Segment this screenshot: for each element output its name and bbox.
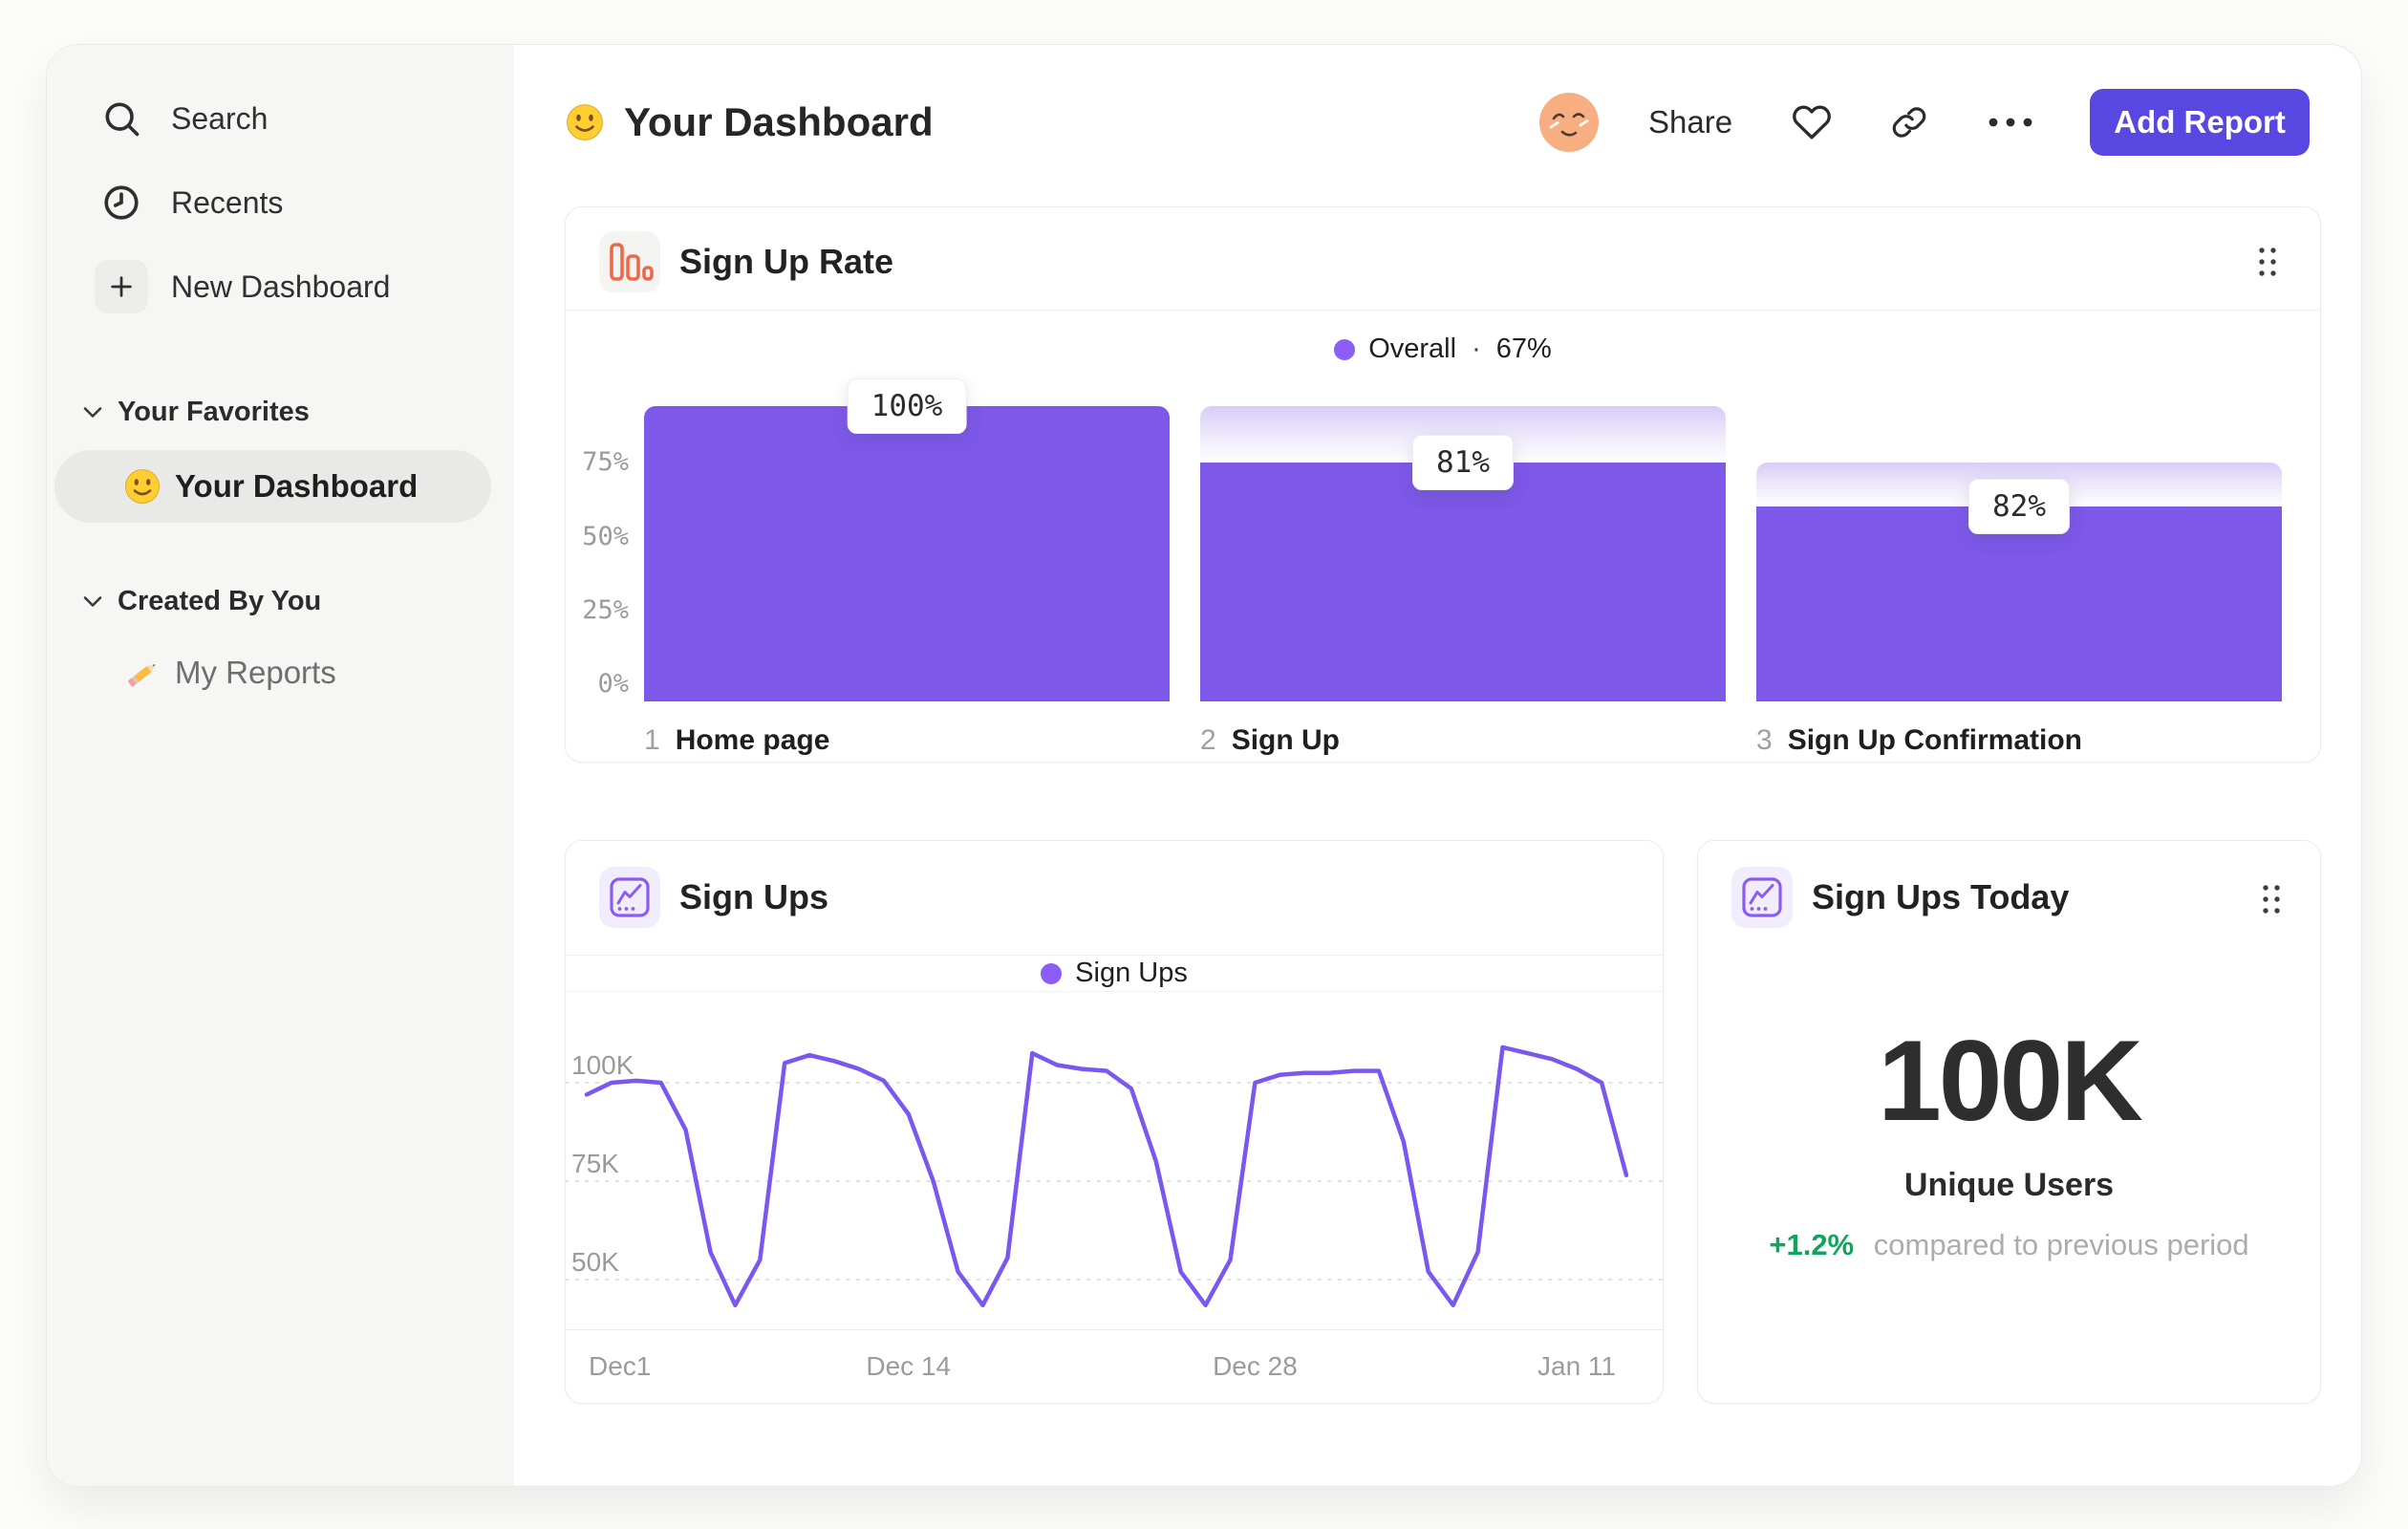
- funnel-step-label: 3 Sign Up Confirmation: [1756, 724, 2082, 757]
- funnel-y-tick: 25%: [582, 594, 629, 625]
- step-name: Home page: [675, 724, 830, 756]
- section-created-by-you[interactable]: Created By You: [47, 580, 514, 622]
- smiley-emoji-icon: [123, 467, 161, 506]
- sidebar-item-label: My Reports: [175, 655, 336, 690]
- card-title: Sign Ups Today: [1812, 877, 2070, 916]
- line-chart-icon: [1731, 867, 1793, 928]
- clock-icon: [100, 182, 142, 224]
- drag-handle-icon[interactable]: [2261, 883, 2282, 920]
- sidebar-item-label: Your Dashboard: [175, 468, 419, 504]
- funnel-y-tick: 50%: [582, 521, 629, 551]
- legend-dot: [1041, 962, 1063, 984]
- sidebar-item-new-dashboard[interactable]: New Dashboard: [47, 257, 514, 316]
- desktop: Search Recents New Dashboard Your Favori…: [0, 0, 2408, 1529]
- funnel-bar-converted: [644, 406, 1170, 701]
- funnel-plot: 75% 50% 25% 0% 100% 1 Home page 81% 2 Sign Up 82% 3…: [566, 207, 2320, 762]
- card-header: Sign Ups Today: [1731, 867, 2069, 928]
- share-button[interactable]: Share: [1648, 104, 1732, 140]
- conversion-rate-tooltip: 100%: [847, 378, 967, 434]
- sign-ups-series-line: [584, 1044, 1629, 1308]
- conversion-rate-tooltip: 81%: [1412, 434, 1514, 490]
- line-chart-icon: [599, 867, 660, 928]
- funnel-bar-converted: [1756, 506, 2282, 701]
- page-header: Your Dashboard: [565, 89, 934, 156]
- divider: [566, 991, 1663, 992]
- page-title: Your Dashboard: [624, 99, 934, 144]
- funnel-y-tick: 0%: [597, 669, 629, 699]
- sidebar-item-search[interactable]: Search: [47, 89, 514, 148]
- avatar[interactable]: [1539, 93, 1599, 152]
- step-name: Sign Up: [1231, 724, 1341, 756]
- funnel-y-tick: 75%: [582, 447, 629, 478]
- step-index: 3: [1756, 724, 1773, 756]
- sidebar-item-label: Search: [171, 100, 269, 136]
- stat-subtitle: Unique Users: [1903, 1167, 2115, 1203]
- step-index: 1: [644, 724, 660, 756]
- section-title: Your Favorites: [118, 396, 310, 427]
- delta-percentage: +1.2%: [1769, 1228, 1855, 1261]
- more-icon[interactable]: [1987, 117, 2034, 128]
- stat-value: 100K: [1878, 1017, 2143, 1145]
- chevron-down-icon: [83, 406, 104, 419]
- sign-ups-card: Sign Ups Sign Ups 100K 75K 50K Dec1 Dec 14 D…: [565, 840, 1666, 1404]
- sidebar-item-label: Recents: [171, 184, 284, 220]
- section-your-favorites[interactable]: Your Favorites: [47, 391, 514, 433]
- x-axis-line: [566, 1329, 1663, 1330]
- section-title: Created By You: [118, 585, 322, 616]
- chevron-down-icon: [83, 595, 104, 608]
- sign-ups-line-chart: [565, 1044, 1666, 1308]
- stat-delta-row: +1.2% compared to previous period: [1698, 1228, 2320, 1262]
- link-icon[interactable]: [1891, 104, 1927, 140]
- plus-icon: [95, 260, 148, 313]
- divider: [566, 955, 1663, 956]
- line-x-tick: Dec 28: [1213, 1351, 1298, 1381]
- app-window: Search Recents New Dashboard Your Favori…: [46, 44, 2362, 1487]
- sidebar-item-your-dashboard[interactable]: Your Dashboard: [54, 450, 491, 523]
- sign-ups-today-card: Sign Ups Today 100K Unique Users +1.2% c…: [1697, 840, 2321, 1404]
- line-x-tick: Dec1: [589, 1351, 652, 1381]
- sidebar: Search Recents New Dashboard Your Favori…: [47, 45, 514, 1486]
- smiley-emoji-icon: [565, 102, 605, 142]
- funnel-step-label: 2 Sign Up: [1200, 724, 1340, 757]
- sidebar-item-label: New Dashboard: [171, 269, 391, 304]
- delta-note: compared to previous period: [1873, 1228, 2249, 1261]
- line-legend[interactable]: Sign Ups: [566, 958, 1663, 989]
- line-y-tick: 100K: [571, 1050, 634, 1080]
- header-controls: Share Add Report: [1539, 89, 2311, 156]
- step-name: Sign Up Confirmation: [1787, 724, 2082, 756]
- step-index: 2: [1200, 724, 1216, 756]
- sign-up-rate-card: Sign Up Rate Overall · 67% 75% 50% 25% 0% 10…: [565, 206, 2321, 763]
- funnel-step-label: 1 Home page: [644, 724, 829, 757]
- card-header: Sign Ups: [599, 867, 828, 928]
- line-y-tick: 75K: [571, 1149, 619, 1178]
- sidebar-item-my-reports[interactable]: My Reports: [54, 636, 491, 709]
- line-plot: 100K 75K 50K: [565, 996, 1666, 1329]
- legend-label: Sign Ups: [1075, 958, 1188, 988]
- line-x-tick: Dec 14: [866, 1351, 952, 1381]
- line-y-tick: 50K: [571, 1247, 619, 1277]
- sidebar-item-recents[interactable]: Recents: [47, 173, 514, 232]
- search-icon: [100, 97, 142, 140]
- add-report-button[interactable]: Add Report: [2090, 89, 2311, 156]
- line-x-tick: Jan 11: [1537, 1351, 1616, 1381]
- card-title: Sign Ups: [679, 877, 829, 916]
- conversion-rate-tooltip: 82%: [1968, 479, 2070, 535]
- funnel-bar[interactable]: [644, 406, 1170, 701]
- pencil-emoji-icon: [123, 654, 161, 692]
- heart-icon[interactable]: [1792, 102, 1832, 142]
- funnel-bar-converted: [1200, 462, 1726, 701]
